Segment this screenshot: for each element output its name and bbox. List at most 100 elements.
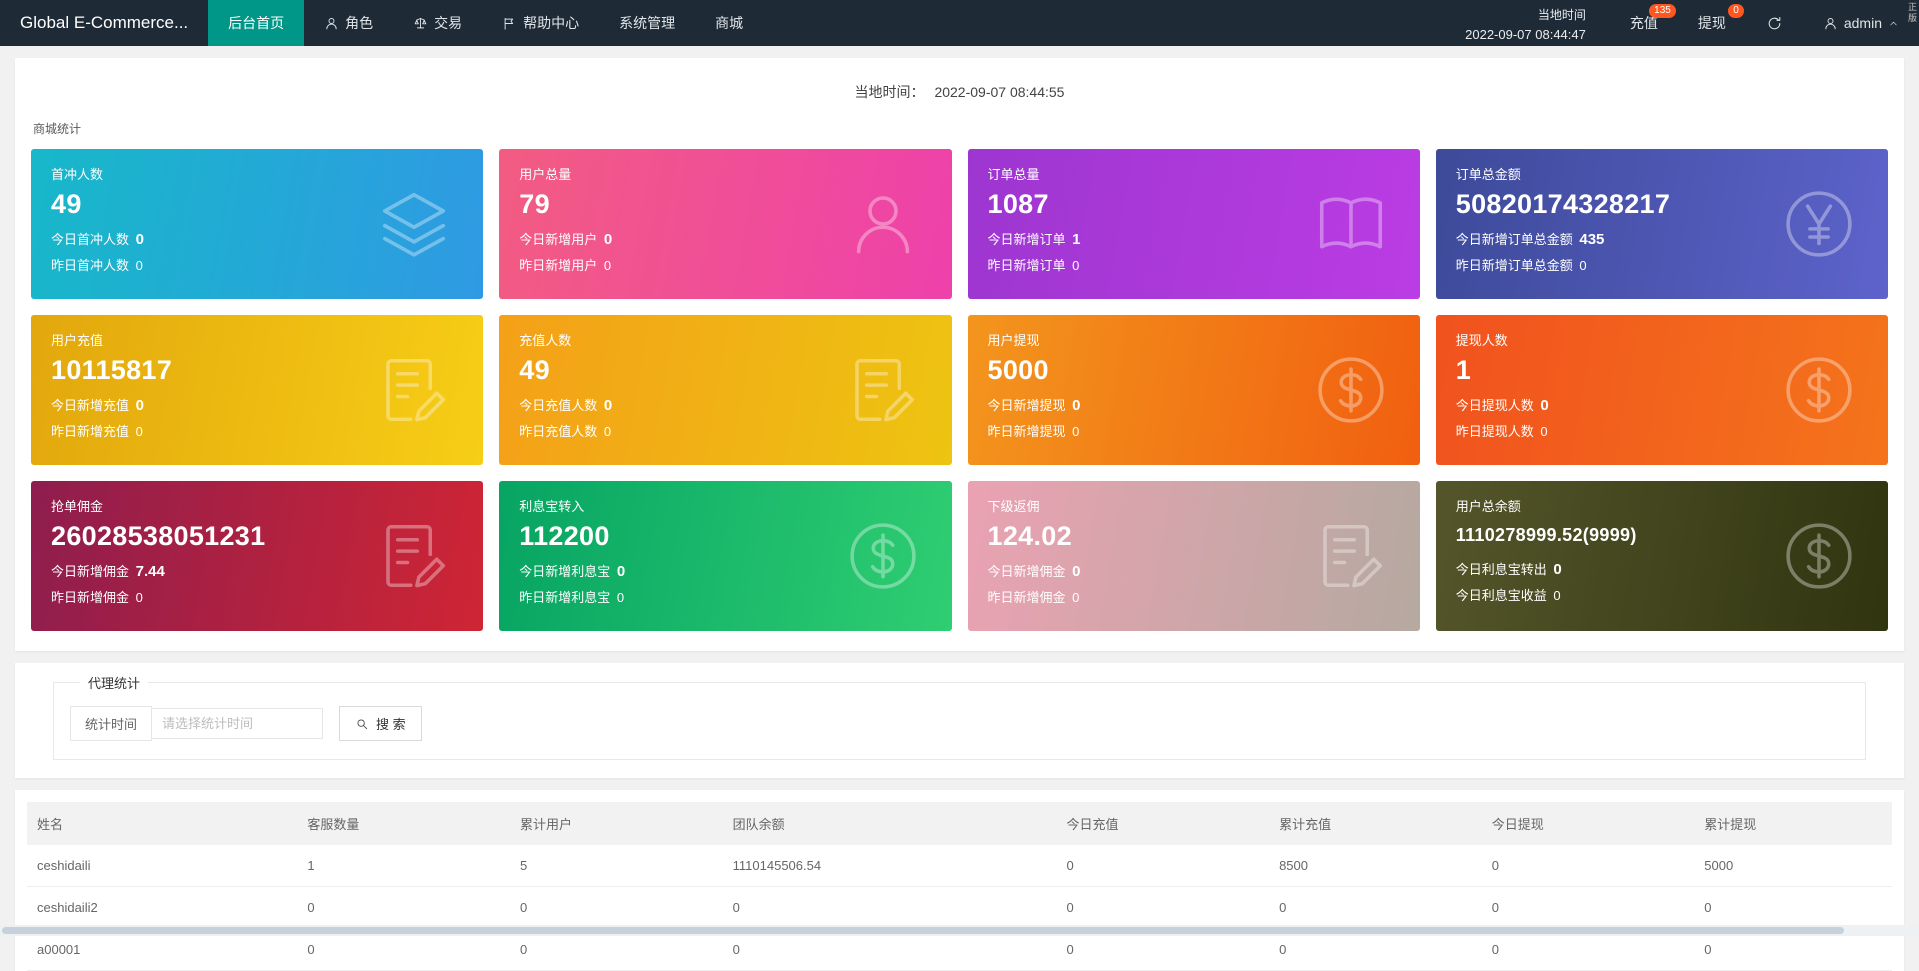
card-title: 首冲人数 [51,164,463,183]
nav-item-label: 交易 [434,13,462,33]
nav-item-roles[interactable]: 角色 [304,0,393,46]
stat-card-8: 提现人数1今日提现人数 0昨日提现人数 0 [1436,315,1888,465]
dollar-icon [1312,351,1390,429]
nav-item-system[interactable]: 系统管理 [599,0,695,46]
dollar-icon [1780,351,1858,429]
col-header-total-users: 累计用户 [510,802,723,845]
nav-item-label: 系统管理 [619,13,675,33]
chevron-up-icon [1888,18,1899,29]
user-icon [844,185,922,263]
doc-edit-icon [375,517,453,595]
col-header-today-recharge: 今日充值 [1056,802,1269,845]
stat-cards-grid: 首冲人数49今日首冲人数 0昨日首冲人数 0用户总量79今日新增用户 0昨日新增… [31,149,1888,631]
card-title: 提现人数 [1456,330,1868,349]
agent-stats-fieldset: 代理统计 统计时间 搜 索 [53,673,1866,760]
cell: 0 [723,887,1057,929]
card-title: 订单总量 [988,164,1400,183]
refresh-button[interactable] [1746,0,1803,46]
stat-card-5: 用户充值10115817今日新增充值 0昨日新增充值 0 [31,315,483,465]
card-title: 充值人数 [519,330,931,349]
card-title: 订单总金额 [1456,164,1868,183]
stat-time-label: 统计时间 [70,706,152,741]
search-button-label: 搜 索 [376,714,406,733]
doc-edit-icon [375,351,453,429]
mall-stats-panel: 当地时间： 2022-09-07 08:44:55 商城统计 首冲人数49今日首… [15,58,1904,651]
search-button[interactable]: 搜 索 [339,706,422,741]
stat-card-1: 首冲人数49今日首冲人数 0昨日首冲人数 0 [31,149,483,299]
horizontal-scrollbar[interactable] [0,925,1919,936]
local-time-display: 当地时间 2022-09-07 08:44:47 [1455,0,1610,46]
stat-card-11: 下级返佣124.02今日新增佣金 0昨日新增佣金 0 [968,481,1420,631]
col-header-name: 姓名 [27,802,297,845]
withdraw-nav-item[interactable]: 提现 0 [1678,0,1746,46]
scrollbar-thumb[interactable] [2,927,1844,934]
person-icon [324,16,339,31]
nav-item-dashboard[interactable]: 后台首页 [208,0,304,46]
cell: 1110145506.54 [723,845,1057,887]
stat-card-3: 订单总量1087今日新增订单 1昨日新增订单 0 [968,149,1420,299]
cell: 5 [510,845,723,887]
yen-icon [1780,185,1858,263]
search-icon [355,717,369,731]
refresh-icon [1766,15,1783,32]
cell: 0 [1269,887,1482,929]
recharge-badge: 135 [1649,4,1676,18]
card-title: 用户总量 [519,164,931,183]
top-navbar: Global E-Commerce... 后台首页 角色 交易 帮助中心 系统管… [0,0,1919,46]
cell: 0 [1694,887,1892,929]
nav-item-label: 帮助中心 [523,13,579,33]
col-header-today-withdraw: 今日提现 [1482,802,1695,845]
navbar-right: 当地时间 2022-09-07 08:44:47 充值 135 提现 0 adm… [1455,0,1919,46]
stat-card-2: 用户总量79今日新增用户 0昨日新增用户 0 [499,149,951,299]
agents-table-panel: 姓名 客服数量 累计用户 团队余额 今日充值 累计充值 今日提现 累计提现 ce… [15,790,1904,971]
doc-edit-icon [1312,517,1390,595]
table-header-row: 姓名 客服数量 累计用户 团队余额 今日充值 累计充值 今日提现 累计提现 [27,802,1892,845]
nav-item-mall[interactable]: 商城 [695,0,763,46]
col-header-service-count: 客服数量 [297,802,510,845]
stat-card-10: 利息宝转入112200今日新增利息宝 0昨日新增利息宝 0 [499,481,951,631]
cell: 0 [1056,887,1269,929]
cell: 5000 [1694,845,1892,887]
nav-item-label: 后台首页 [228,13,284,33]
local-time-label: 当地时间 [1465,6,1586,25]
stat-card-9: 抢单佣金26028538051231今日新增佣金 7.44昨日新增佣金 0 [31,481,483,631]
table-row: ceshidaili2 0 0 0 0 0 0 0 [27,887,1892,929]
corner-watermark: 正版 [1907,2,1916,24]
scales-icon [413,16,428,31]
card-title: 下级返佣 [988,496,1400,515]
col-header-team-balance: 团队余额 [723,802,1057,845]
cell: 1 [297,845,510,887]
cell: 0 [510,887,723,929]
stat-card-7: 用户提现5000今日新增提现 0昨日新增提现 0 [968,315,1420,465]
user-icon [1823,16,1838,31]
agent-stats-legend: 代理统计 [80,673,148,692]
card-title: 用户充值 [51,330,463,349]
recharge-nav-item[interactable]: 充值 135 [1610,0,1678,46]
cell: ceshidaili2 [27,887,297,929]
table-row: ceshidaili 1 5 1110145506.54 0 8500 0 50… [27,845,1892,887]
stat-card-4: 订单总金额50820174328217今日新增订单总金额 435昨日新增订单总金… [1436,149,1888,299]
username: admin [1844,15,1882,31]
book-icon [1312,185,1390,263]
stat-card-6: 充值人数49今日充值人数 0昨日充值人数 0 [499,315,951,465]
nav-item-help-center[interactable]: 帮助中心 [482,0,599,46]
section-title-mall-stats: 商城统计 [33,120,1886,137]
cell: 0 [1482,887,1695,929]
nav-item-label: 商城 [715,13,743,33]
col-header-total-recharge: 累计充值 [1269,802,1482,845]
stat-time-input[interactable] [151,708,323,739]
user-menu[interactable]: admin [1803,0,1919,46]
cell: 0 [297,887,510,929]
dollar-icon [844,517,922,595]
local-time-value: 2022-09-07 08:44:47 [1465,25,1586,45]
cell: 8500 [1269,845,1482,887]
withdraw-label: 提现 [1698,13,1726,33]
brand-logo[interactable]: Global E-Commerce... [0,0,208,46]
server-time: 当地时间： 2022-09-07 08:44:55 [31,72,1888,120]
nav-item-trade[interactable]: 交易 [393,0,482,46]
stat-card-12: 用户总余额1110278999.52(9999)今日利息宝转出 0今日利息宝收益… [1436,481,1888,631]
layers-icon [375,185,453,263]
server-time-value: 2022-09-07 08:44:55 [934,84,1064,100]
flag-icon [502,16,517,31]
card-title: 用户总余额 [1456,496,1868,515]
